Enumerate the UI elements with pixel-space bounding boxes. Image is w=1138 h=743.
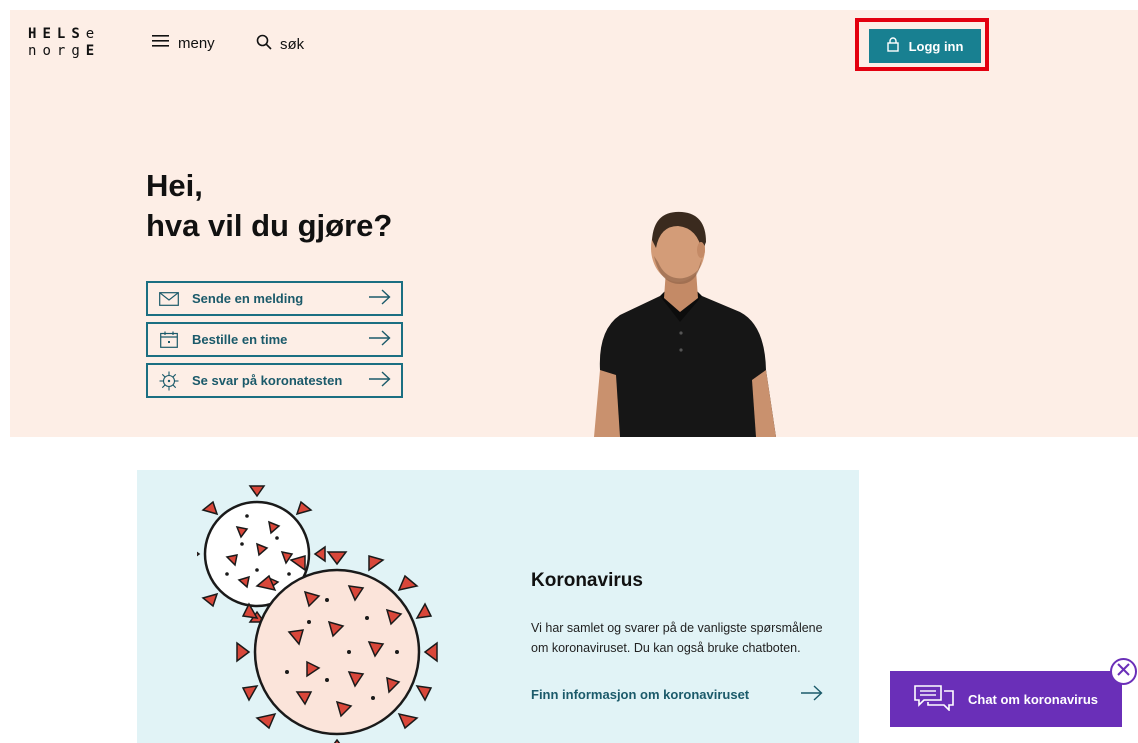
- close-icon: [1117, 662, 1130, 681]
- chat-label: Chat om koronavirus: [967, 691, 1099, 707]
- arrow-right-icon: [369, 330, 391, 349]
- book-appointment-label: Bestille en time: [192, 332, 288, 347]
- send-message-label: Sende en melding: [192, 291, 304, 306]
- menu-button[interactable]: meny: [152, 34, 215, 52]
- coronavirus-text: Vi har samlet og svarer på de vanligste …: [531, 621, 823, 655]
- book-appointment-button[interactable]: Bestille en time: [146, 322, 403, 357]
- coronavirus-card: Koronavirus Vi har samlet og svarer på d…: [137, 470, 859, 743]
- search-icon: [256, 34, 272, 54]
- arrow-right-icon: [801, 685, 823, 704]
- coronavirus-illustration: [197, 485, 438, 743]
- envelope-icon: [158, 291, 180, 306]
- helsenorge-logo[interactable]: HELSe norgE: [28, 26, 100, 60]
- search-label: søk: [280, 35, 305, 53]
- lock-icon: [886, 37, 899, 55]
- hero-title-line1: Hei,: [146, 168, 203, 203]
- virus-icon: [158, 371, 180, 391]
- chat-bubbles-icon: [914, 684, 954, 714]
- covid-test-result-label: Se svar på koronatesten: [192, 373, 343, 388]
- send-message-button[interactable]: Sende en melding: [146, 281, 403, 316]
- hamburger-icon: [152, 34, 170, 52]
- logo-line2: norgE: [28, 43, 101, 59]
- arrow-right-icon: [369, 371, 391, 390]
- chat-close-button[interactable]: [1110, 658, 1137, 685]
- coronavirus-info-link[interactable]: Finn informasjon om koronaviruset: [531, 685, 823, 704]
- calendar-icon: [158, 331, 180, 348]
- chat-coronavirus-button[interactable]: Chat om koronavirus: [890, 671, 1122, 727]
- covid-test-result-button[interactable]: Se svar på koronatesten: [146, 363, 403, 398]
- hero-title: Hei, hva vil du gjøre?: [146, 166, 392, 246]
- page-frame: HELSe norgE meny søk Logg inn Hei, hva v…: [10, 10, 1138, 743]
- search-button[interactable]: søk: [256, 34, 304, 54]
- hero-title-line2: hva vil du gjøre?: [146, 208, 393, 243]
- hero-person-image: [594, 211, 776, 437]
- login-label: Logg inn: [908, 38, 964, 54]
- coronavirus-title: Koronavirus: [531, 570, 643, 591]
- menu-label: meny: [178, 34, 215, 52]
- logo-line1: HELSe: [28, 26, 101, 42]
- arrow-right-icon: [369, 289, 391, 308]
- hero-section: HELSe norgE meny søk Logg inn Hei, hva v…: [10, 10, 1138, 437]
- coronavirus-link-label: Finn informasjon om koronaviruset: [531, 687, 750, 702]
- login-button[interactable]: Logg inn: [869, 29, 981, 63]
